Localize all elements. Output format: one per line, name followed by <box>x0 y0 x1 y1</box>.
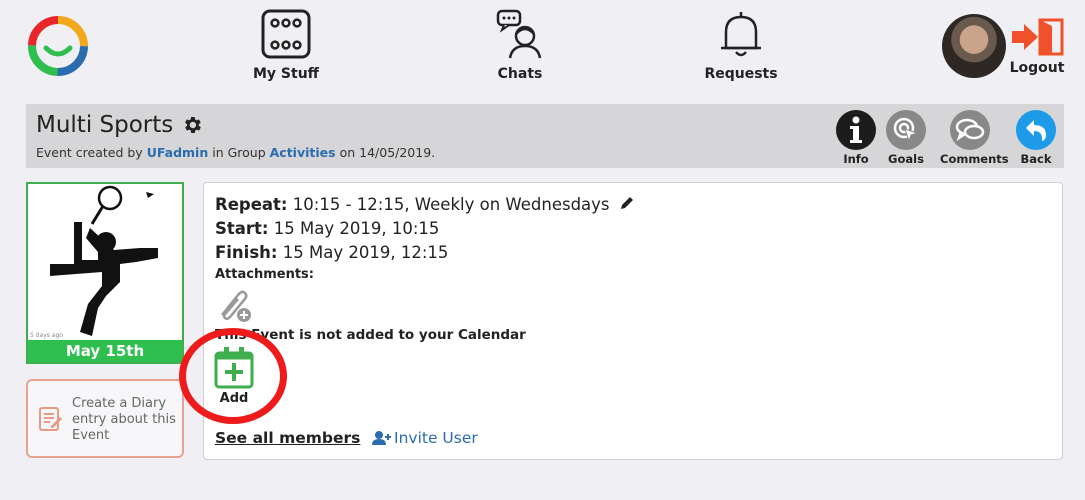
annotation-highlight-circle <box>179 328 287 424</box>
app-logo[interactable] <box>26 14 90 78</box>
pencil-icon[interactable] <box>619 195 635 211</box>
nav-requests-label: Requests <box>704 66 778 82</box>
comments-button[interactable]: Comments <box>940 110 1009 166</box>
target-cursor-icon <box>886 110 926 150</box>
info-icon <box>836 110 876 150</box>
paperclip-add-icon[interactable] <box>214 285 254 323</box>
nav-chats-label: Chats <box>497 66 543 82</box>
goals-label: Goals <box>888 152 924 166</box>
event-header: Multi Sports Event created by UFadmin in… <box>26 104 1064 168</box>
nav-my-stuff[interactable]: My Stuff <box>246 8 326 82</box>
repeat-row: Repeat: 10:15 - 12:15, Weekly on Wednesd… <box>215 195 635 214</box>
gear-icon[interactable] <box>181 114 203 136</box>
see-all-members-link[interactable]: See all members <box>215 429 360 447</box>
group-link[interactable]: Activities <box>270 145 336 160</box>
days-ago-text: 5 days ago <box>30 332 63 339</box>
creator-link[interactable]: UFadmin <box>147 145 209 160</box>
invite-user-label: Invite User <box>394 429 478 447</box>
info-label: Info <box>843 152 869 166</box>
logout-button[interactable]: Logout <box>1008 18 1066 76</box>
add-user-icon <box>372 431 391 445</box>
nav-my-stuff-label: My Stuff <box>252 66 319 82</box>
event-image-card[interactable]: 5 days ago May 15th <box>26 182 184 364</box>
diary-edit-icon <box>39 407 62 431</box>
back-button[interactable]: Back <box>1006 110 1066 166</box>
group-prefix: in Group <box>208 145 270 160</box>
date-prefix: on <box>335 145 360 160</box>
start-value: 15 May 2019, 10:15 <box>268 219 440 238</box>
repeat-label: Repeat: <box>215 195 288 214</box>
user-avatar[interactable] <box>942 14 1006 78</box>
event-subtitle: Event created by UFadmin in Group Activi… <box>36 145 435 160</box>
goals-button[interactable]: Goals <box>876 110 936 166</box>
logout-label: Logout <box>1009 60 1065 76</box>
finish-label: Finish: <box>215 243 278 262</box>
chat-person-icon <box>496 9 542 59</box>
repeat-value: 10:15 - 12:15, Weekly on Wednesdays <box>287 195 610 214</box>
back-arrow-icon <box>1016 110 1056 150</box>
attachments-label: Attachments: <box>215 267 314 282</box>
invite-user-link[interactable]: Invite User <box>372 429 478 447</box>
finish-row: Finish: 15 May 2019, 12:15 <box>215 243 448 262</box>
logout-icon <box>1012 18 1064 56</box>
create-diary-button[interactable]: Create a Diary entry about this Event <box>26 379 184 458</box>
badminton-player-icon <box>50 185 158 336</box>
back-label: Back <box>1020 152 1052 166</box>
logo-icon <box>28 16 88 76</box>
diary-text: Create a Diary entry about this Event <box>72 396 176 443</box>
nav-chats[interactable]: Chats <box>480 8 560 82</box>
event-title-text: Multi Sports <box>36 112 174 138</box>
event-details-panel: Repeat: 10:15 - 12:15, Weekly on Wednesd… <box>203 182 1063 460</box>
page-title: Multi Sports <box>36 112 203 138</box>
comments-label: Comments <box>940 152 1009 166</box>
comments-icon <box>950 110 990 150</box>
start-label: Start: <box>215 219 269 238</box>
created-prefix: Event created by <box>36 145 147 160</box>
event-date-strip: May 15th <box>28 340 182 362</box>
created-date: 14/05/2019. <box>359 145 436 160</box>
start-row: Start: 15 May 2019, 10:15 <box>215 219 439 238</box>
finish-value: 15 May 2019, 12:15 <box>277 243 449 262</box>
bell-icon <box>721 12 761 57</box>
nav-requests[interactable]: Requests <box>700 8 782 82</box>
dice-icon <box>261 9 311 59</box>
